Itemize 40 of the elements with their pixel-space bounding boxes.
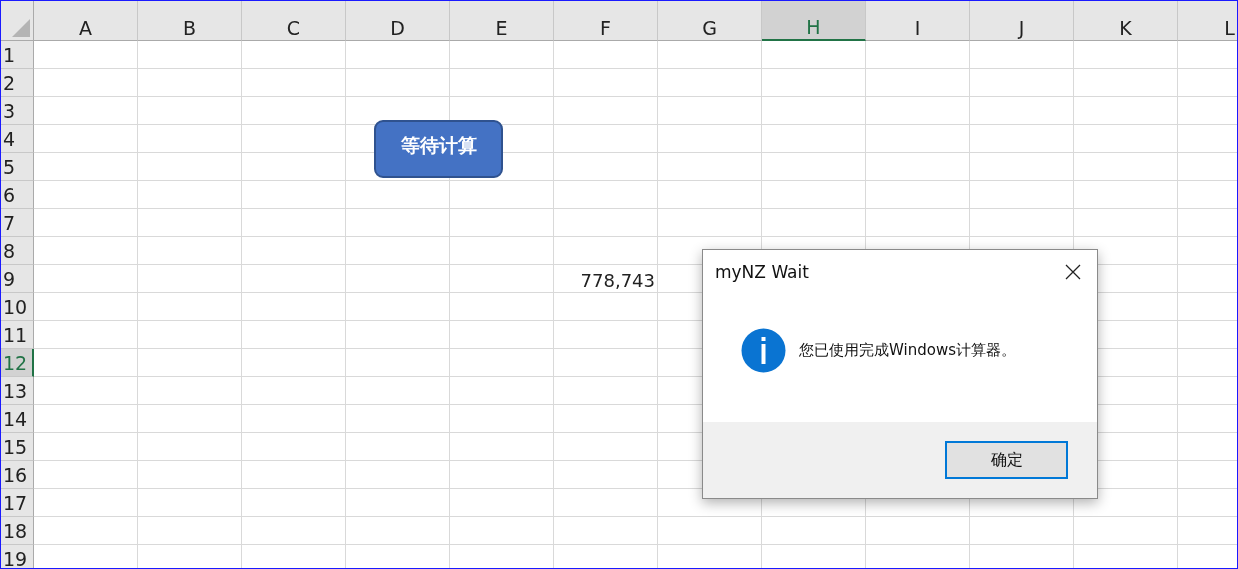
row-header[interactable]: 16 <box>1 461 34 489</box>
column-header[interactable]: G <box>658 1 762 41</box>
row-header[interactable]: 14 <box>1 405 34 433</box>
column-header[interactable]: L <box>1178 1 1237 41</box>
row-header[interactable]: 18 <box>1 517 34 545</box>
macro-button[interactable]: 等待计算 <box>374 120 503 178</box>
triangle-icon[interactable] <box>11 18 31 38</box>
row-header[interactable]: 3 <box>1 97 34 125</box>
row-header[interactable]: 10 <box>1 293 34 321</box>
column-header[interactable]: I <box>866 1 970 41</box>
row-header[interactable]: 8 <box>1 237 34 265</box>
row-header[interactable]: 19 <box>1 545 34 568</box>
row-header[interactable]: 9 <box>1 265 34 293</box>
row-header[interactable]: 12 <box>1 349 34 377</box>
column-header[interactable]: H <box>762 1 866 41</box>
row-header[interactable]: 1 <box>1 41 34 69</box>
column-header[interactable]: F <box>554 1 658 41</box>
column-header[interactable]: D <box>346 1 450 41</box>
row-header[interactable]: 7 <box>1 209 34 237</box>
row-header[interactable]: 11 <box>1 321 34 349</box>
row-header[interactable]: 2 <box>1 69 34 97</box>
row-header[interactable]: 13 <box>1 377 34 405</box>
column-header[interactable]: K <box>1074 1 1178 41</box>
column-header[interactable]: E <box>450 1 554 41</box>
table-cell[interactable]: 778,743 <box>554 265 658 293</box>
row-header[interactable]: 5 <box>1 153 34 181</box>
close-icon[interactable] <box>1065 264 1081 280</box>
ok-button[interactable]: 确定 <box>945 441 1068 479</box>
row-header[interactable]: 6 <box>1 181 34 209</box>
dialog-title: myNZ Wait <box>715 262 809 282</box>
column-header[interactable]: C <box>242 1 346 41</box>
row-header[interactable]: 15 <box>1 433 34 461</box>
column-header[interactable]: A <box>34 1 138 41</box>
corner-cell[interactable] <box>1 1 34 41</box>
info-icon <box>741 327 786 373</box>
dialog-message: 您已使用完成Windows计算器。 <box>799 340 1016 360</box>
row-header[interactable]: 17 <box>1 489 34 517</box>
row-header[interactable]: 4 <box>1 125 34 153</box>
column-header[interactable]: B <box>138 1 242 41</box>
column-header[interactable]: J <box>970 1 1074 41</box>
